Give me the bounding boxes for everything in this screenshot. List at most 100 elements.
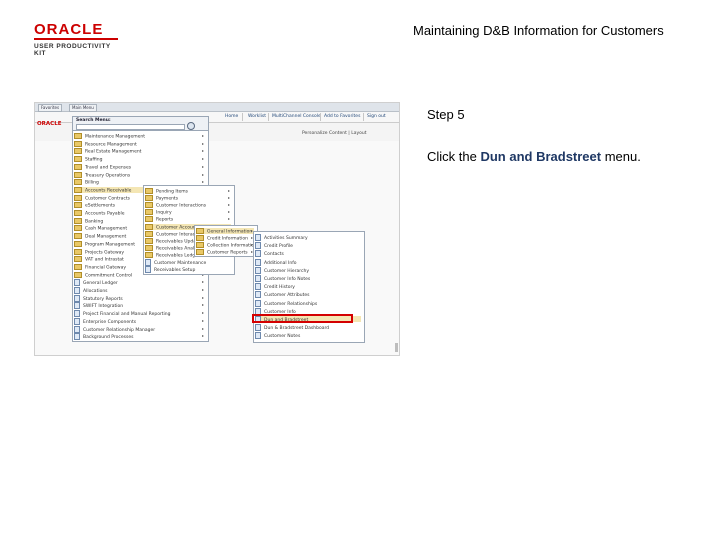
folder-icon [196,242,204,248]
menu-item-label: Commitment Control [85,273,133,279]
menu-item-label: SWIFT Integration [83,304,124,310]
menu-item-label: Real Estate Management [85,149,142,155]
page-icon [74,333,80,341]
nav-multichannel-link[interactable]: MultiChannel Console [272,113,321,121]
step-label: Step 5 [427,107,465,122]
page-icon [74,302,80,310]
menu-item-swift-integration[interactable]: SWIFT Integration ▸ [74,302,205,310]
personalize-link[interactable]: Personalize Content | Layout [302,131,367,136]
nav-divider [268,113,269,121]
chevron-right-icon: ▸ [201,140,204,146]
menu-item-credit-history[interactable]: Credit History [255,283,361,291]
menu-item-additional-info[interactable]: Additional Info [255,258,361,266]
nav-divider [363,113,364,121]
menu-item-label: Accounts Receivable [85,188,132,194]
menu-item-label: Program Management [85,242,136,248]
menu-item-label: Allocations [83,289,108,294]
menu-search-label: Search Menu: [76,118,111,123]
folder-icon [74,148,82,155]
folder-icon [74,240,82,247]
menu-item-inquiry[interactable]: Inquiry ▸ [145,209,231,216]
menu-item-customer-interactions[interactable]: Customer Interactions ▸ [145,202,231,209]
menu-item-contacts[interactable]: Contacts [255,250,361,258]
menu-item-statutory-reports[interactable]: Statutory Reports ▸ [74,294,205,302]
menu-item-label: Customer Contracts [85,196,130,202]
menu-item-dun-bradstreet-dashboard[interactable]: Dun & Bradstreet Dashboard [255,324,361,332]
menu-item-staffing[interactable]: Staffing ▸ [74,156,205,163]
folder-icon [145,195,153,202]
menu-item-credit-information[interactable]: Credit Information ▸ [196,235,254,242]
instruction-target: Dun and Bradstreet [480,149,602,164]
oracle-upk-logo: ORACLE USER PRODUCTIVITY KIT [34,22,124,57]
chevron-right-icon: ▸ [227,195,230,201]
instruction-prefix: Click the [427,149,481,164]
menu-item-general-ledger[interactable]: General Ledger ▸ [74,279,205,287]
menu-item-maintenance-management[interactable]: Maintenance Management ▸ [74,133,205,140]
menu-item-customer-relationship-manager[interactable]: Customer Relationship Manager ▸ [74,325,205,333]
menu-item-travel-and-expenses[interactable]: Travel and Expenses ▸ [74,163,205,171]
menu-item-reports[interactable]: Reports ▸ [145,216,231,223]
page-icon [255,266,261,274]
menu-item-customer-notes[interactable]: Customer Notes [255,332,361,340]
menu-item-label: Resource Management [85,142,137,148]
chevron-right-icon: ▸ [227,216,230,222]
menu-item-customer-relationships[interactable]: Customer Relationships [255,299,361,307]
menu-item-label: Contacts [264,252,284,258]
menu-item-real-estate-management[interactable]: Real Estate Management ▸ [74,148,205,155]
search-icon[interactable] [187,122,195,130]
menu-item-treasury-operations[interactable]: Treasury Operations ▸ [74,171,205,178]
nav-sign-out-link[interactable]: Sign out [367,113,386,121]
menu-item-customer-attributes[interactable]: Customer Attributes [255,291,361,299]
menu-item-label: Project Financial and Manual Reporting [83,312,171,318]
page-icon [255,299,261,307]
menu-item-customer-hierarchy[interactable]: Customer Hierarchy [255,266,361,274]
menu-item-customer-maintenance[interactable]: Customer Maintenance [145,259,231,266]
chevron-right-icon: ▸ [201,156,204,162]
menu-item-customer-reports[interactable]: Customer Reports ▸ [196,249,254,256]
page-icon [74,325,80,333]
instruction-suffix: menu. [601,149,641,164]
menu-item-pending-items[interactable]: Pending Items ▸ [145,188,231,195]
menu-item-receivables-setup[interactable]: Receivables Setup [145,266,231,274]
menu-item-customer-info-notes[interactable]: Customer Info Notes [255,275,361,282]
menu-item-customer-info[interactable]: Customer Info [255,307,361,315]
menu-item-project-financial-and-manual-reporting[interactable]: Project Financial and Manual Reporting ▸ [74,310,205,318]
chevron-right-icon: ▸ [227,188,230,193]
menu-item-label: Payments [156,196,179,202]
folder-icon [196,249,204,255]
tab-main-menu[interactable]: Main Menu [69,104,97,112]
folder-icon [145,251,153,258]
menu-item-activities-summary[interactable]: Activities Summary [255,234,361,241]
menu-item-label: Additional Info [264,260,297,266]
folder-icon [74,263,82,270]
chevron-right-icon: ▸ [201,302,204,308]
menu-item-collection-information[interactable]: Collection Information ▸ [196,242,257,249]
menu-item-payments[interactable]: Payments ▸ [145,195,231,202]
menu-item-label: Credit Profile [264,244,293,250]
menu-item-general-information[interactable]: General Information ▸ [196,228,254,235]
nav-add-favorites-link[interactable]: Add to Favorites [324,113,360,121]
chevron-right-icon: ▸ [201,333,204,339]
nav-worklist-link[interactable]: Worklist [248,113,266,121]
folder-icon [196,228,204,234]
menu-item-enterprise-components[interactable]: Enterprise Components ▸ [74,317,205,325]
menu-item-credit-profile[interactable]: Credit Profile [255,242,361,250]
portal-logo: ORACLE [37,121,62,127]
page-icon [255,250,261,258]
tab-favorites[interactable]: Favorites [38,104,63,112]
folder-icon [74,233,82,240]
menu-item-resource-management[interactable]: Resource Management ▸ [74,140,205,148]
nav-home-link[interactable]: Home [225,113,238,121]
menu-item-label: Customer Info Notes [264,277,311,282]
menu-item-label: Travel and Expenses [85,165,132,171]
page-icon [74,294,80,302]
chevron-right-icon: ▸ [201,317,204,323]
chevron-right-icon: ▸ [201,163,204,169]
menu-item-background-processes[interactable]: Background Processes ▸ [74,333,205,341]
submenu-credit-information: Activities Summary Credit Profile Contacts… [253,231,365,343]
menu-item-label: General Ledger [83,281,118,287]
page-icon [255,234,261,241]
page-icon [255,258,261,266]
step-instruction: Click the Dun and Bradstreet menu. [427,149,641,164]
menu-item-allocations[interactable]: Allocations ▸ [74,287,205,294]
